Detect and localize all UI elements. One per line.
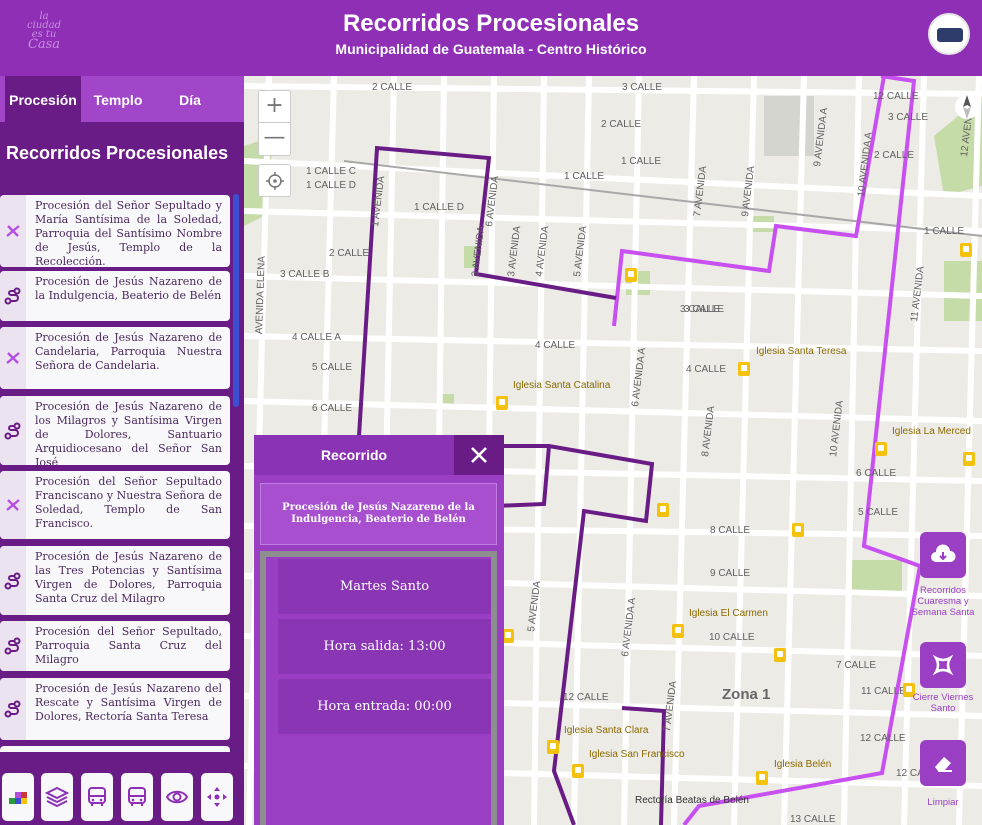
list-item[interactable]: Procesión de Jesús Nazareno de los Milag… bbox=[0, 396, 230, 469]
bus-alt-button[interactable] bbox=[121, 773, 153, 821]
app-header: la ciudad es tu Casa Recorridos Procesio… bbox=[0, 0, 982, 76]
tab-templo[interactable]: Templo bbox=[82, 76, 154, 122]
route-icon bbox=[0, 546, 26, 615]
church-marker-icon[interactable] bbox=[672, 624, 684, 638]
tab-procesion[interactable]: Procesión bbox=[5, 76, 81, 122]
eye-button[interactable] bbox=[161, 773, 193, 821]
arrival-time: Hora entrada: 00:00 bbox=[278, 679, 491, 734]
church-marker-icon[interactable] bbox=[792, 523, 804, 537]
download-routes-label: Recorridos Cuaresma y Semana Santa bbox=[911, 585, 975, 618]
route-popup: Recorrido Procesión de Jesús Nazareno de… bbox=[254, 435, 504, 825]
zoom-out-button[interactable]: — bbox=[259, 123, 290, 155]
popup-description: Procesión de Jesús Nazareno de la Indulg… bbox=[260, 483, 497, 545]
sidebar-tabs: Procesión Templo Día bbox=[0, 76, 244, 122]
list-item[interactable]: Procesión de Jesús Nazareno de Candelari… bbox=[0, 327, 230, 389]
no-route-icon bbox=[0, 195, 26, 267]
move-button[interactable] bbox=[201, 773, 233, 821]
church-marker-icon[interactable] bbox=[625, 268, 637, 282]
zoom-control: + — bbox=[258, 90, 291, 156]
poi-label: Iglesia Santa Catalina bbox=[513, 380, 611, 391]
compass-icon[interactable] bbox=[954, 92, 980, 122]
church-marker-icon[interactable] bbox=[496, 396, 508, 410]
popup-title: Recorrido bbox=[320, 447, 388, 463]
departure-time: Hora salida: 13:00 bbox=[278, 619, 491, 674]
route-icon bbox=[0, 396, 26, 465]
route-icon bbox=[0, 271, 26, 321]
clear-button[interactable] bbox=[920, 740, 966, 786]
church-marker-icon[interactable] bbox=[572, 764, 584, 778]
layers-icon bbox=[45, 786, 69, 808]
popup-header: Recorrido bbox=[254, 435, 504, 475]
download-routes-button[interactable] bbox=[920, 532, 966, 578]
popup-body: Martes Santo Hora salida: 13:00 Hora ent… bbox=[260, 551, 497, 825]
poi-label: Iglesia Belén bbox=[774, 759, 832, 770]
route-icon bbox=[0, 621, 26, 671]
poi-label: Iglesia El Carmen bbox=[689, 608, 768, 619]
page-subtitle: Municipalidad de Guatemala - Centro Hist… bbox=[335, 41, 647, 57]
seal-logo bbox=[928, 13, 970, 55]
cloud-download-icon bbox=[931, 544, 956, 562]
poi-label: Iglesia Santa Clara bbox=[564, 725, 649, 736]
poi-label: Iglesia San Francisco bbox=[589, 749, 685, 760]
zoom-in-button[interactable]: + bbox=[259, 91, 290, 123]
closure-label: Cierre Viernes Santo bbox=[912, 692, 974, 714]
poi-label: Iglesia Santa Teresa bbox=[756, 346, 847, 357]
list-item[interactable]: Procesión del Señor Sepultado Franciscan… bbox=[0, 471, 230, 539]
zone-label: Zona 1 bbox=[722, 686, 771, 703]
poi-label: Rectoría Beatas de Belén bbox=[635, 795, 749, 806]
list-scrollbar[interactable] bbox=[233, 194, 239, 407]
sidebar: Procesión Templo Día Recorridos Procesio… bbox=[0, 76, 244, 825]
route-icon bbox=[0, 678, 26, 740]
church-marker-icon[interactable] bbox=[756, 771, 768, 785]
church-marker-icon[interactable] bbox=[774, 648, 786, 662]
procession-list: Procesión del Señor Sepultado y María Sa… bbox=[0, 192, 240, 752]
close-icon bbox=[471, 447, 487, 463]
tab-dia[interactable]: Día bbox=[155, 76, 225, 122]
church-marker-icon[interactable] bbox=[657, 503, 669, 517]
bus-alt-icon bbox=[128, 787, 146, 806]
move-icon bbox=[207, 787, 227, 807]
bus-icon bbox=[88, 787, 106, 806]
day-label: Martes Santo bbox=[278, 559, 491, 614]
crosshair-icon bbox=[265, 171, 284, 190]
list-item[interactable]: Procesión de Jesús Nazareno de la Indulg… bbox=[0, 271, 230, 321]
church-marker-icon[interactable] bbox=[960, 243, 972, 257]
locate-button[interactable] bbox=[258, 164, 291, 197]
layers-button[interactable] bbox=[41, 773, 73, 821]
church-marker-icon[interactable] bbox=[963, 452, 975, 466]
clear-label: Limpiar bbox=[927, 797, 959, 808]
list-item[interactable] bbox=[0, 746, 230, 752]
legend-icon bbox=[9, 792, 27, 804]
list-item[interactable]: Procesión de Jesús Nazareno de las Tres … bbox=[0, 546, 230, 615]
no-route-icon bbox=[0, 471, 26, 539]
bus-button[interactable] bbox=[81, 773, 113, 821]
poi-label: Iglesia La Merced bbox=[892, 426, 971, 437]
list-item[interactable]: Procesión del Señor Sepultado y María Sa… bbox=[0, 195, 230, 268]
eye-icon bbox=[165, 790, 189, 804]
list-item[interactable]: Procesión del Señor Sepultado, Parroquia… bbox=[0, 621, 230, 671]
legend-button[interactable] bbox=[2, 773, 34, 821]
crop-icon bbox=[932, 654, 954, 676]
no-route-icon bbox=[0, 327, 26, 389]
eraser-icon bbox=[935, 757, 952, 772]
church-marker-icon[interactable] bbox=[547, 740, 559, 754]
church-marker-icon[interactable] bbox=[738, 362, 750, 376]
church-marker-icon[interactable] bbox=[875, 442, 887, 456]
sidebar-title: Recorridos Procesionales bbox=[0, 122, 244, 184]
page-title: Recorridos Procesionales bbox=[342, 10, 640, 37]
list-item[interactable]: Procesión de Jesús Nazareno del Rescate … bbox=[0, 678, 230, 740]
bottom-toolbar bbox=[0, 770, 244, 825]
closure-button[interactable] bbox=[920, 642, 966, 688]
close-button[interactable] bbox=[454, 435, 504, 475]
